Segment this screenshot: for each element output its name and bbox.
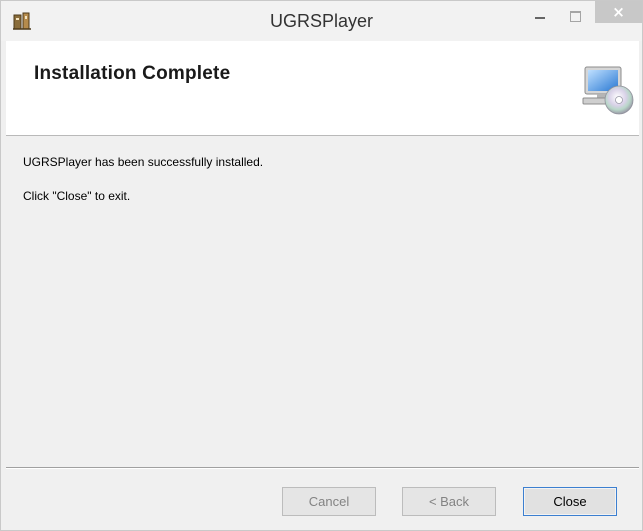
back-button[interactable]: < Back bbox=[402, 487, 496, 516]
window-close-button[interactable]: × bbox=[595, 1, 642, 23]
header-banner: Installation Complete bbox=[6, 41, 639, 136]
maximize-icon bbox=[569, 10, 581, 22]
minimize-button[interactable] bbox=[522, 1, 558, 31]
instruction-message: Click "Close" to exit. bbox=[23, 189, 131, 203]
close-icon: × bbox=[612, 3, 625, 21]
success-message: UGRSPlayer has been successfully install… bbox=[23, 155, 264, 169]
title-bar[interactable]: UGRSPlayer × bbox=[1, 1, 642, 41]
divider bbox=[6, 467, 639, 469]
maximize-button[interactable] bbox=[558, 1, 592, 31]
installer-window: UGRSPlayer × Installation Complete UGRSP… bbox=[0, 0, 643, 531]
computer-cd-icon bbox=[582, 66, 634, 115]
minimize-icon bbox=[535, 17, 545, 19]
content-area: UGRSPlayer has been successfully install… bbox=[6, 136, 639, 466]
cancel-button[interactable]: Cancel bbox=[282, 487, 376, 516]
page-title: Installation Complete bbox=[34, 63, 231, 84]
close-button[interactable]: Close bbox=[523, 487, 617, 516]
